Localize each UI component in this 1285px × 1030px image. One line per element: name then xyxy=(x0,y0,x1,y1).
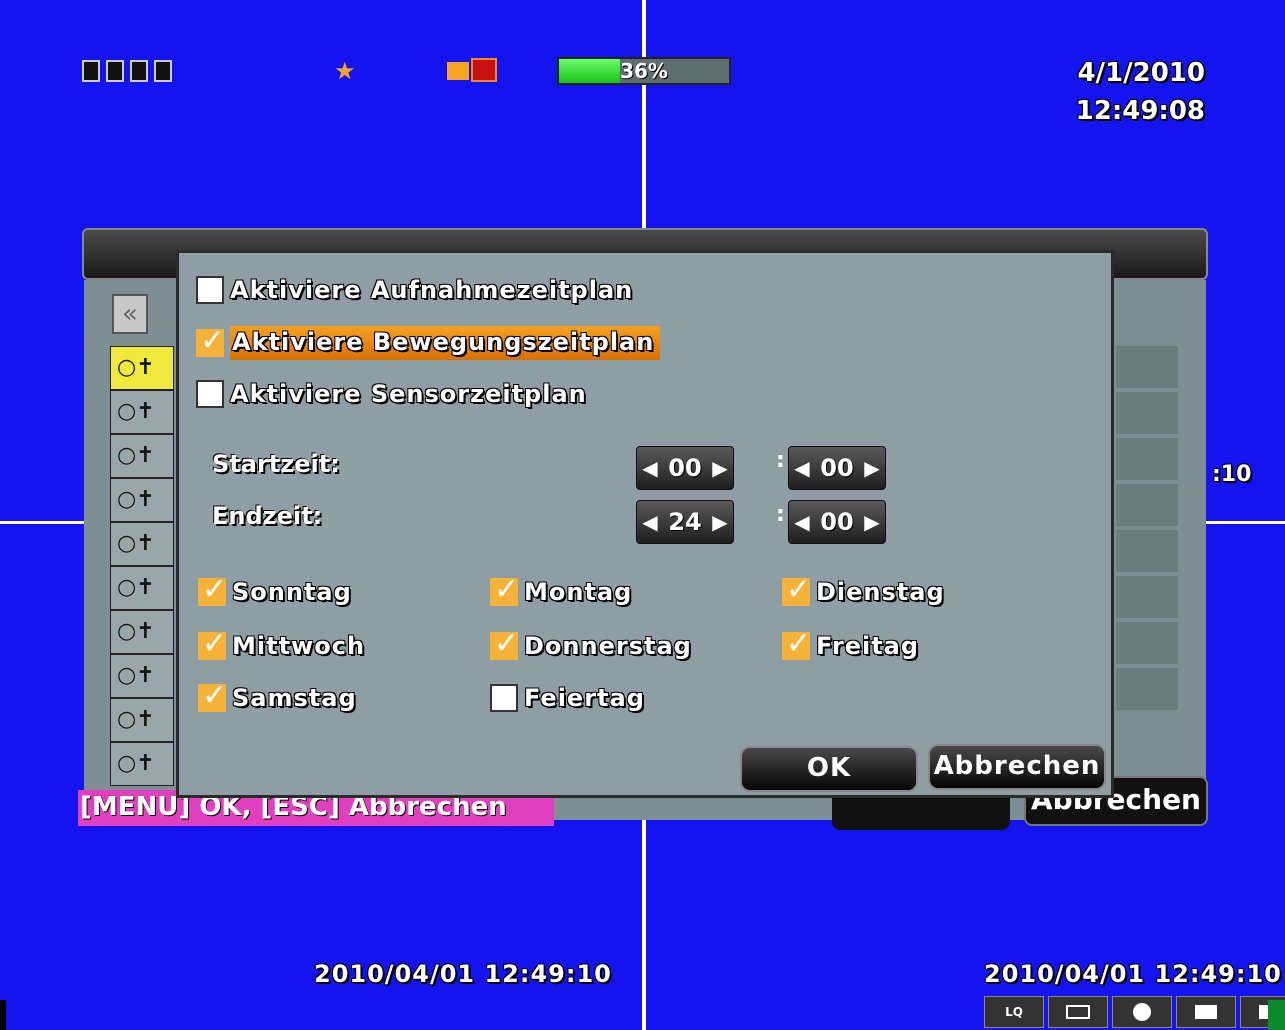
day-wednesday[interactable]: Mittwoch xyxy=(198,626,366,661)
hdd-usage-label: 36% xyxy=(620,59,668,83)
start-hour-spinner[interactable]: ◀ 00 ▶ xyxy=(636,446,734,490)
end-time-label: Endzeit: xyxy=(212,502,323,530)
day-friday[interactable]: Freitag xyxy=(782,626,920,661)
clock-time: 12:49:08 xyxy=(1075,96,1205,126)
arrow-right-icon[interactable]: ▶ xyxy=(859,502,885,542)
checkbox[interactable] xyxy=(782,572,811,607)
day-thursday[interactable]: Donnerstag xyxy=(490,626,692,661)
day-holiday[interactable]: Feiertag xyxy=(490,684,645,712)
channel-row[interactable]: ○✝ xyxy=(110,390,174,434)
start-time-label: Startzeit: xyxy=(212,450,340,478)
channel-row[interactable]: ○✝ xyxy=(110,346,174,390)
clock-date: 4/1/2010 xyxy=(1077,58,1205,88)
ok-button[interactable]: OK xyxy=(740,746,918,792)
checkbox[interactable] xyxy=(196,323,225,358)
channel-row[interactable]: ○✝ xyxy=(110,610,174,654)
system-tray: LQ xyxy=(984,996,1285,1030)
channel-status-icons xyxy=(82,60,172,82)
cancel-button[interactable]: Abbrechen xyxy=(928,744,1106,790)
schedule-cell[interactable] xyxy=(1116,484,1178,526)
screen-edge xyxy=(0,1000,6,1030)
timestamp-right: 2010/04/01 12:49:10 xyxy=(984,960,1282,988)
arrow-left-icon[interactable]: ◀ xyxy=(789,448,815,488)
channel-row[interactable]: ○✝ xyxy=(110,742,174,786)
option-record-schedule[interactable]: Aktiviere Aufnahmezeitplan xyxy=(196,276,633,304)
schedule-cell[interactable] xyxy=(1116,668,1178,710)
camera-icon[interactable] xyxy=(1176,996,1236,1028)
schedule-cell[interactable] xyxy=(1116,530,1178,572)
checkbox[interactable] xyxy=(198,626,227,661)
schedule-cell[interactable] xyxy=(1116,392,1178,434)
schedule-cell[interactable] xyxy=(1116,438,1178,480)
lq-quality-icon[interactable]: LQ xyxy=(984,996,1044,1028)
timestamp-left: 2010/04/01 12:49:10 xyxy=(314,960,612,988)
channel-row[interactable]: ○✝ xyxy=(110,522,174,566)
schedule-cell[interactable] xyxy=(1116,622,1178,664)
option-motion-schedule[interactable]: Aktiviere Bewegungszeitplan xyxy=(196,323,661,360)
checkbox[interactable] xyxy=(490,572,519,607)
start-hour-value: 00 xyxy=(668,454,702,482)
channel-row-list: ○✝ ○✝ ○✝ ○✝ ○✝ ○✝ ○✝ ○✝ ○✝ ○✝ xyxy=(110,346,176,786)
channel-row[interactable]: ○✝ xyxy=(110,434,174,478)
channel-row[interactable]: ○✝ xyxy=(110,654,174,698)
arrow-left-icon[interactable]: ◀ xyxy=(789,502,815,542)
time-separator: : xyxy=(776,448,785,473)
option-label: Aktiviere Sensorzeitplan xyxy=(230,380,587,408)
monitor-icon[interactable] xyxy=(1048,996,1108,1028)
day-label: Donnerstag xyxy=(524,632,692,660)
arrow-right-icon[interactable]: ▶ xyxy=(707,502,733,542)
checkbox[interactable] xyxy=(782,626,811,661)
checkbox[interactable] xyxy=(198,678,227,713)
checkbox[interactable] xyxy=(196,380,224,408)
arrow-right-icon[interactable]: ▶ xyxy=(859,448,885,488)
day-saturday[interactable]: Samstag xyxy=(198,678,357,713)
checkbox[interactable] xyxy=(490,684,518,712)
start-minute-value: 00 xyxy=(820,454,854,482)
day-label: Samstag xyxy=(232,684,357,712)
network-status-icon xyxy=(1268,1000,1285,1030)
end-minute-spinner[interactable]: ◀ 00 ▶ xyxy=(788,500,886,544)
day-label: Montag xyxy=(524,578,633,606)
channel-row[interactable]: ○✝ xyxy=(110,698,174,742)
time-separator: : xyxy=(776,502,785,527)
day-monday[interactable]: Montag xyxy=(490,572,633,607)
option-sensor-schedule[interactable]: Aktiviere Sensorzeitplan xyxy=(196,380,587,408)
checkbox[interactable] xyxy=(198,572,227,607)
day-tuesday[interactable]: Dienstag xyxy=(782,572,945,607)
day-label: Dienstag xyxy=(816,578,945,606)
arrow-left-icon[interactable]: ◀ xyxy=(637,502,663,542)
option-label: Aktiviere Aufnahmezeitplan xyxy=(230,276,634,304)
arrow-right-icon[interactable]: ▶ xyxy=(707,448,733,488)
disc-icon[interactable] xyxy=(1112,996,1172,1028)
day-label: Freitag xyxy=(816,632,920,660)
day-label: Mittwoch xyxy=(232,632,366,660)
day-label: Feiertag xyxy=(524,684,645,712)
checkbox[interactable] xyxy=(490,626,519,661)
film-icon xyxy=(447,58,501,82)
camera-icon xyxy=(106,60,124,82)
day-label: Sonntag xyxy=(232,578,352,606)
record-icon: ★ xyxy=(334,57,356,85)
channel-row[interactable]: ○✝ xyxy=(110,566,174,610)
end-hour-spinner[interactable]: ◀ 24 ▶ xyxy=(636,500,734,544)
schedule-cell[interactable] xyxy=(1116,346,1178,388)
checkbox[interactable] xyxy=(196,276,224,304)
camera-icon xyxy=(154,60,172,82)
day-sunday[interactable]: Sonntag xyxy=(198,572,352,607)
end-hour-value: 24 xyxy=(668,508,702,536)
schedule-cell[interactable] xyxy=(1116,576,1178,618)
camera-icon xyxy=(82,60,100,82)
channel-row[interactable]: ○✝ xyxy=(110,478,174,522)
previous-page-button[interactable]: « xyxy=(112,294,148,334)
option-label: Aktiviere Bewegungszeitplan xyxy=(230,326,661,360)
start-minute-spinner[interactable]: ◀ 00 ▶ xyxy=(788,446,886,490)
schedule-grid-column xyxy=(1116,346,1178,714)
hdd-usage-bar: 36% xyxy=(557,57,731,85)
camera-icon xyxy=(130,60,148,82)
time-fragment-label: :10 xyxy=(1212,462,1252,487)
end-minute-value: 00 xyxy=(820,508,854,536)
arrow-left-icon[interactable]: ◀ xyxy=(637,448,663,488)
